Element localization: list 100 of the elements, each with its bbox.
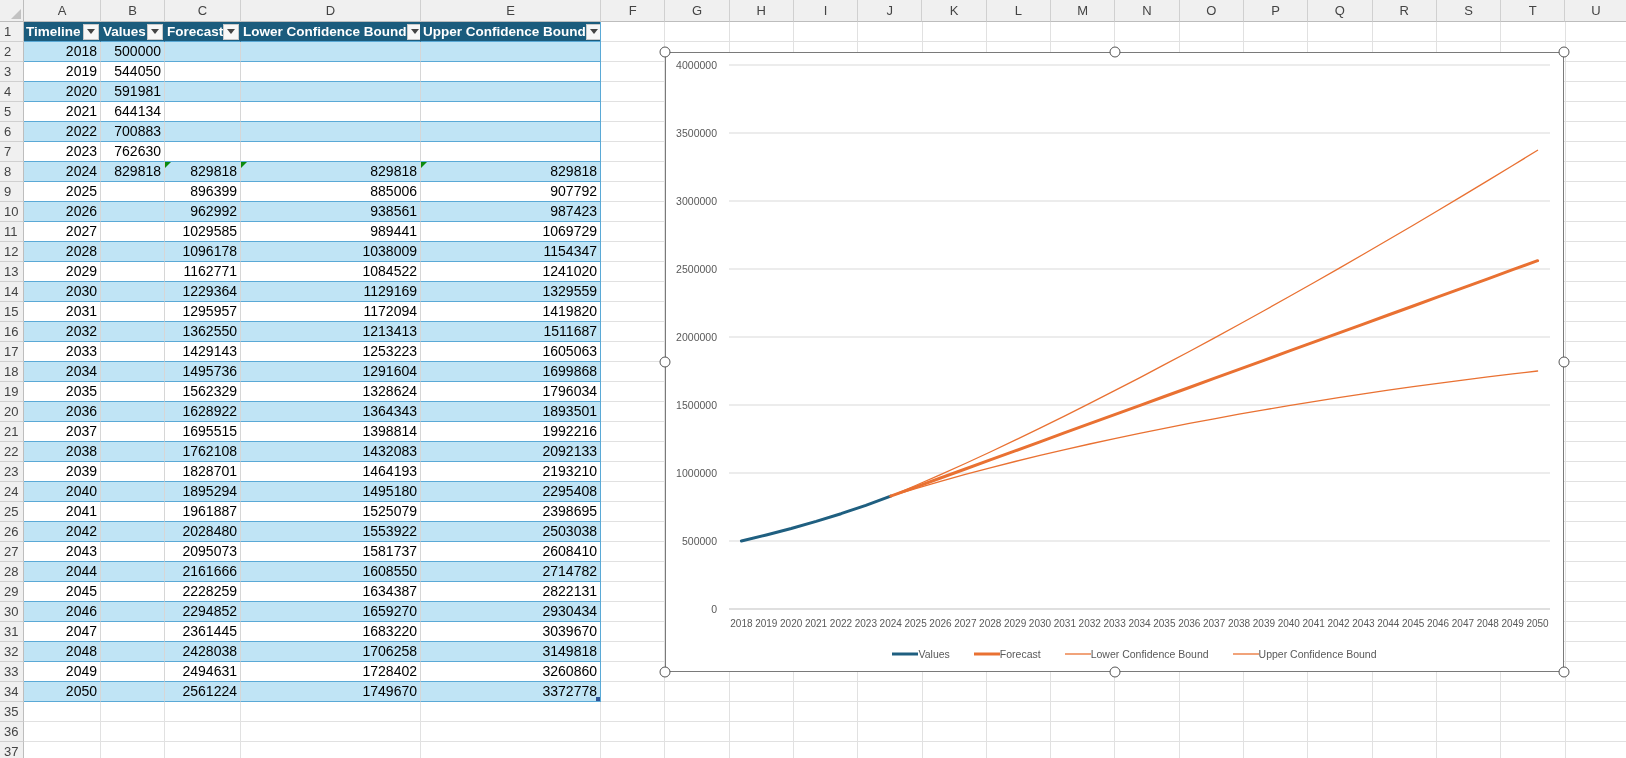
table-cell: 2018 — [24, 42, 101, 62]
axis-label: 2023 — [854, 618, 877, 629]
table-cell: 2161666 — [165, 562, 241, 582]
legend-label: Forecast — [999, 648, 1041, 660]
table-cell: 2046 — [24, 602, 101, 622]
table-cell: 3372778 — [421, 682, 601, 702]
table-cell: 1895294 — [165, 482, 241, 502]
axis-label: 2044 — [1377, 618, 1400, 629]
legend-label: Lower Confidence Bound — [1090, 648, 1209, 660]
axis-label: 2021 — [804, 618, 828, 629]
table-cell: 1762108 — [165, 442, 241, 462]
axis-label: 2025 — [904, 618, 927, 629]
axis-label: 2026 — [929, 618, 952, 629]
table-cell: 1229364 — [165, 282, 241, 302]
table-cell: 2028 — [24, 242, 101, 262]
axis-label: 2039 — [1252, 618, 1275, 629]
table-cell: 2428038 — [165, 642, 241, 662]
axis-label: 3000000 — [676, 194, 717, 207]
column-title: Values — [103, 23, 146, 41]
legend-label: Values — [918, 648, 950, 660]
table-cell: 987423 — [421, 202, 601, 222]
column-title: Upper Confidence Bound — [423, 23, 586, 41]
axis-label: 2036 — [1178, 618, 1201, 629]
table-cell: 2042 — [24, 522, 101, 542]
axis-label: 2042 — [1327, 618, 1350, 629]
table-cell: 1893501 — [421, 402, 601, 422]
table-cell: 2503038 — [421, 522, 601, 542]
axis-label: 2049 — [1501, 618, 1524, 629]
axis-label: 2034 — [1128, 618, 1151, 629]
table-cell: 1096178 — [165, 242, 241, 262]
axis-label: 2027 — [954, 618, 977, 629]
table-cell: 3149818 — [421, 642, 601, 662]
table-cell: 2561224 — [165, 682, 241, 702]
axis-label: 2050 — [1526, 618, 1549, 629]
table-cell: 1749670 — [241, 682, 421, 702]
axis-label: 3500000 — [676, 126, 717, 139]
axis-label: 2033 — [1103, 618, 1126, 629]
table-cell: 2092133 — [421, 442, 601, 462]
table-cell: 2714782 — [421, 562, 601, 582]
axis-label: 2030 — [1028, 618, 1052, 629]
table-cell: 2024 — [24, 162, 101, 182]
table-cell: 591981 — [101, 82, 165, 102]
table-cell: 2295408 — [421, 482, 601, 502]
table-cell: 2050 — [24, 682, 101, 702]
table-cell: 962992 — [165, 202, 241, 222]
axis-label: 2040 — [1277, 618, 1300, 629]
axis-label: 2000000 — [676, 330, 717, 343]
table-cell: 1495736 — [165, 362, 241, 382]
table-cell: 1699868 — [421, 362, 601, 382]
table-cell: 2038 — [24, 442, 101, 462]
axis-label: 2047 — [1451, 618, 1475, 629]
axis-label: 2028 — [979, 618, 1002, 629]
axis-label: 4000000 — [676, 58, 717, 71]
column-title: Lower Confidence Bound — [243, 23, 407, 41]
table-cell: 2026 — [24, 202, 101, 222]
table-cell: 938561 — [241, 202, 421, 222]
table-cell: 1608550 — [241, 562, 421, 582]
axis-label: 2031 — [1053, 618, 1076, 629]
axis-label: 2018 — [730, 618, 753, 629]
table-cell: 1362550 — [165, 322, 241, 342]
axis-label: 2037 — [1203, 618, 1226, 629]
axis-label: 2045 — [1402, 618, 1425, 629]
table-cell: 2044 — [24, 562, 101, 582]
table-cell: 2028480 — [165, 522, 241, 542]
axis-label: 2020 — [780, 618, 803, 629]
table-cell: 1628922 — [165, 402, 241, 422]
column-title: Forecast — [167, 23, 224, 41]
axis-label: 2046 — [1426, 618, 1450, 629]
table-cell: 2294852 — [165, 602, 241, 622]
axis-label: 1500000 — [676, 398, 717, 411]
table-cell: 829818 — [241, 162, 421, 182]
axis-label: 2019 — [755, 618, 778, 629]
axis-label: 2048 — [1476, 618, 1499, 629]
table-cell: 1706258 — [241, 642, 421, 662]
table-cell: 1495180 — [241, 482, 421, 502]
table-cell: 2034 — [24, 362, 101, 382]
table-cell: 829818 — [165, 162, 241, 182]
column-title: Timeline — [26, 23, 81, 41]
axis-label: 2022 — [829, 618, 853, 629]
table-cell: 829818 — [101, 162, 165, 182]
table-cell: 2030 — [24, 282, 101, 302]
table-cell: 1129169 — [241, 282, 421, 302]
table-cell: 829818 — [421, 162, 601, 182]
axis-label: 2500000 — [676, 262, 717, 275]
table-cell: 1553922 — [241, 522, 421, 542]
table-cell: 1213413 — [241, 322, 421, 342]
table-cell: 1364343 — [241, 402, 421, 422]
table-cell: 2930434 — [421, 602, 601, 622]
table-cell: 1432083 — [241, 442, 421, 462]
table-cell: 1154347 — [421, 242, 601, 262]
axis-label: 2029 — [1004, 618, 1027, 629]
table-cell: 1038009 — [241, 242, 421, 262]
axis-label: 2038 — [1227, 618, 1251, 629]
table-cell: 1329559 — [421, 282, 601, 302]
table-cell: 2048 — [24, 642, 101, 662]
table-cell: 1291604 — [241, 362, 421, 382]
axis-label: 2035 — [1153, 618, 1176, 629]
axis-label: 0 — [711, 602, 717, 615]
table-cell: 1511687 — [421, 322, 601, 342]
table-cell: 500000 — [101, 42, 165, 62]
